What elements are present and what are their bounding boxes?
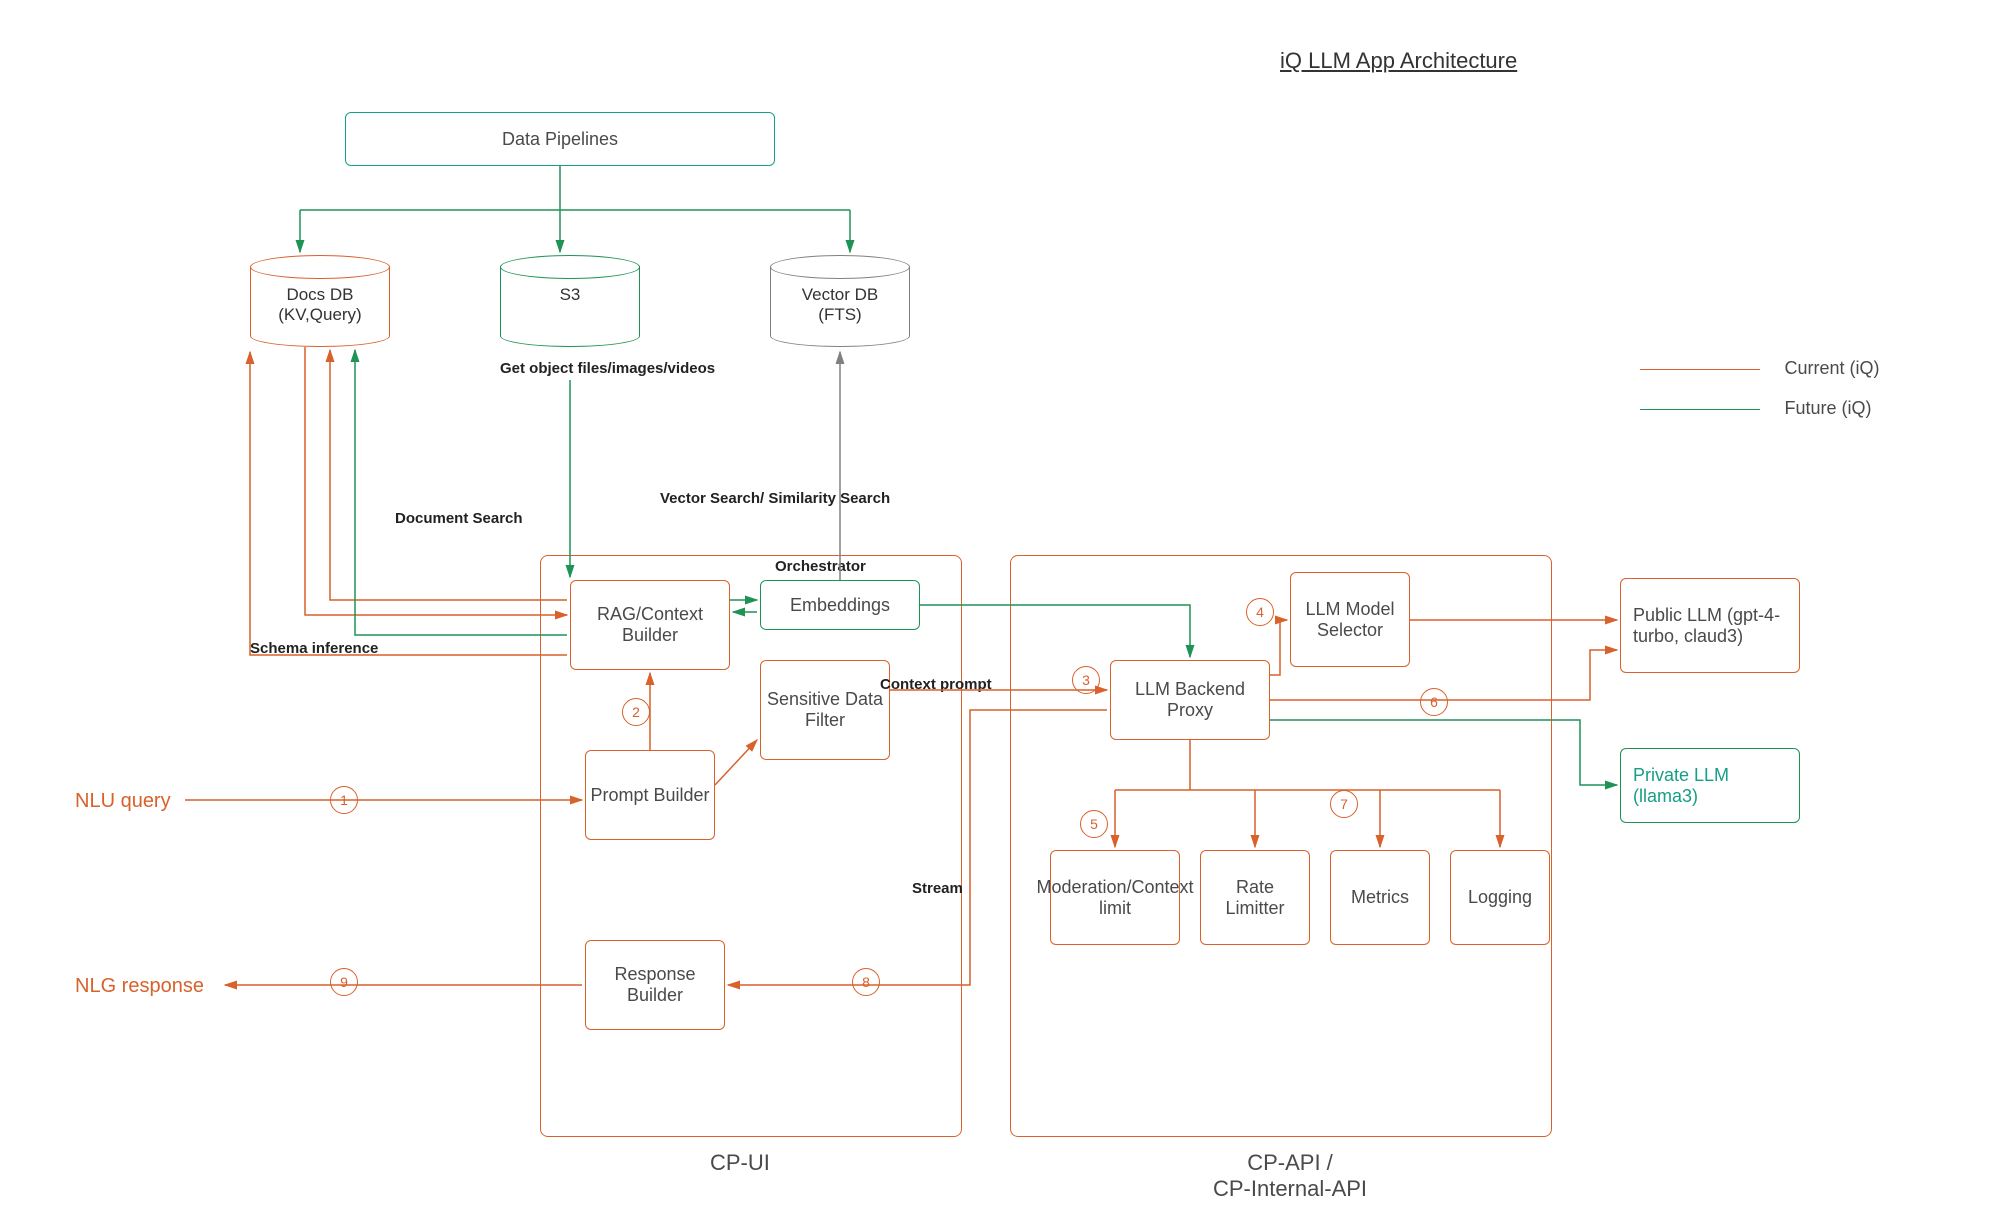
step-5: 5 [1080, 810, 1108, 838]
orchestrator-label: Orchestrator [775, 558, 866, 575]
s3-caption: Get object files/images/videos [500, 360, 715, 377]
io-nlu-query: NLU query [75, 790, 171, 813]
cyl-s3: S3 [500, 255, 640, 347]
legend-future-label: Future (iQ) [1784, 398, 1871, 418]
step-8: 8 [852, 968, 880, 996]
box-public-llm: Public LLM (gpt-4-turbo, claud3) [1620, 578, 1800, 673]
step-4: 4 [1246, 598, 1274, 626]
box-rag-context-builder: RAG/Context Builder [570, 580, 730, 670]
step-6: 6 [1420, 688, 1448, 716]
step-1: 1 [330, 786, 358, 814]
box-moderation: Moderation/Context limit [1050, 850, 1180, 945]
diagram-title: iQ LLM App Architecture [1280, 48, 1517, 74]
box-llm-model-selector: LLM Model Selector [1290, 572, 1410, 667]
edge-context-prompt: Context prompt [880, 676, 992, 693]
box-embeddings: Embeddings [760, 580, 920, 630]
legend-current-label: Current (iQ) [1784, 358, 1879, 378]
io-nlg-response: NLG response [75, 975, 204, 998]
box-rate-limiter: Rate Limitter [1200, 850, 1310, 945]
cyl-docs-db: Docs DB (KV,Query) [250, 255, 390, 347]
box-metrics: Metrics [1330, 850, 1430, 945]
cyl-docs-db-label: Docs DB (KV,Query) [250, 285, 390, 325]
step-2: 2 [622, 698, 650, 726]
cp-ui-label: CP-UI [710, 1150, 770, 1176]
step-7: 7 [1330, 790, 1358, 818]
box-sensitive-data-filter: Sensitive Data Filter [760, 660, 890, 760]
legend-current: Current (iQ) [1640, 358, 1879, 379]
cyl-vector-db: Vector DB (FTS) [770, 255, 910, 347]
edge-document-search: Document Search [395, 510, 523, 527]
cyl-vector-db-label: Vector DB (FTS) [770, 285, 910, 325]
step-9: 9 [330, 968, 358, 996]
edge-vector-search: Vector Search/ Similarity Search [660, 490, 890, 507]
edge-stream: Stream [912, 880, 963, 897]
legend-future: Future (iQ) [1640, 398, 1871, 419]
box-response-builder: Response Builder [585, 940, 725, 1030]
box-data-pipelines: Data Pipelines [345, 112, 775, 166]
step-3: 3 [1072, 666, 1100, 694]
container-cp-api [1010, 555, 1552, 1137]
cyl-s3-label: S3 [500, 285, 640, 305]
box-llm-backend-proxy: LLM Backend Proxy [1110, 660, 1270, 740]
box-prompt-builder: Prompt Builder [585, 750, 715, 840]
cp-api-label: CP-API / CP-Internal-API [1180, 1150, 1400, 1202]
box-private-llm: Private LLM (llama3) [1620, 748, 1800, 823]
box-logging: Logging [1450, 850, 1550, 945]
edge-schema-inference: Schema inference [250, 640, 378, 657]
